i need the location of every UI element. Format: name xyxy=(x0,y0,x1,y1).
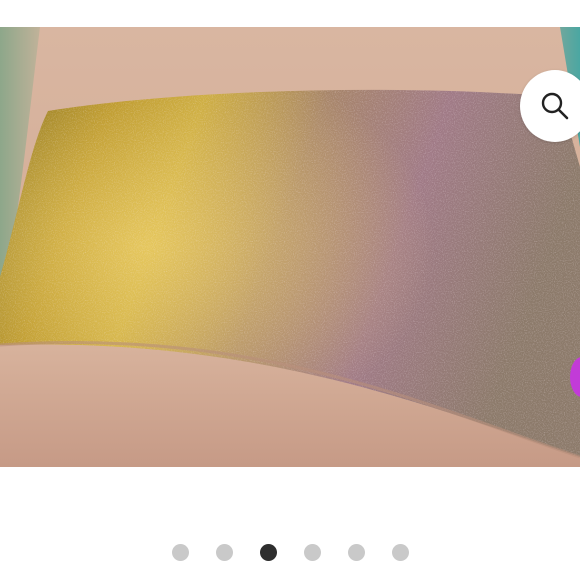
carousel-dot-6[interactable] xyxy=(391,543,409,561)
carousel-pagination xyxy=(0,543,580,561)
product-image-viewer xyxy=(0,0,580,580)
carousel-dot-1[interactable] xyxy=(171,543,189,561)
zoom-button[interactable] xyxy=(520,70,580,142)
magnifier-icon xyxy=(541,92,569,120)
swatch-photo xyxy=(0,27,580,467)
carousel-dot-5[interactable] xyxy=(347,543,365,561)
carousel-dot-3-active[interactable] xyxy=(259,543,277,561)
image-gallery[interactable] xyxy=(0,27,580,467)
carousel-dot-4[interactable] xyxy=(303,543,321,561)
carousel-dot-2[interactable] xyxy=(215,543,233,561)
